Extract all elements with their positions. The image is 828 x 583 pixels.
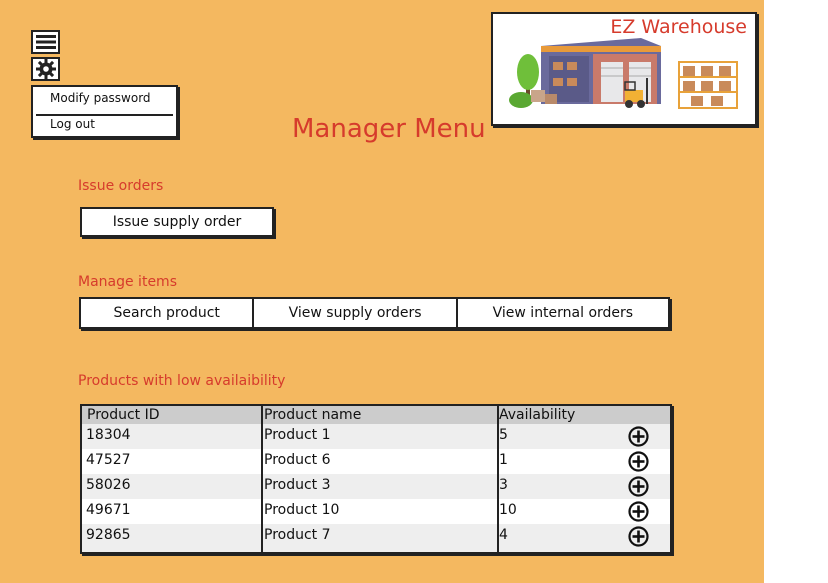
availability-cell: 4 bbox=[499, 527, 508, 543]
product-name-cell: Product 3 bbox=[264, 477, 331, 493]
product-name-cell: Product 6 bbox=[264, 452, 331, 468]
menu-divider bbox=[36, 114, 173, 116]
product-id-cell: 58026 bbox=[86, 477, 131, 493]
search-product-button[interactable]: Search product bbox=[81, 299, 252, 327]
product-id-cell: 92865 bbox=[86, 527, 131, 543]
table-row: 49671 Product 10 10 bbox=[82, 499, 670, 524]
table-row: 58026 Product 3 3 bbox=[82, 474, 670, 499]
column-divider bbox=[497, 406, 499, 552]
table-row: 47527 Product 6 1 bbox=[82, 449, 670, 474]
column-header-product-id: Product ID bbox=[87, 407, 160, 423]
modify-password-menu-item[interactable]: Modify password bbox=[50, 91, 151, 105]
table-header: Product ID Product name Availability bbox=[82, 406, 670, 424]
product-id-cell: 18304 bbox=[86, 427, 131, 443]
low-availability-label: Products with low availaibility bbox=[78, 373, 286, 389]
table-row: 92865 Product 7 4 bbox=[82, 524, 670, 549]
manager-menu-screen: EZ Warehouse Modify password Log out Man… bbox=[0, 0, 764, 583]
column-divider bbox=[261, 406, 263, 552]
user-menu-dropdown: Modify password Log out bbox=[31, 85, 178, 138]
hamburger-menu-icon bbox=[35, 35, 56, 49]
product-name-cell: Product 7 bbox=[264, 527, 331, 543]
view-supply-orders-button[interactable]: View supply orders bbox=[252, 299, 455, 327]
view-internal-orders-button[interactable]: View internal orders bbox=[455, 299, 668, 327]
product-id-cell: 49671 bbox=[86, 502, 131, 518]
product-name-cell: Product 1 bbox=[264, 427, 331, 443]
column-header-availability: Availability bbox=[499, 407, 576, 423]
warehouse-illustration bbox=[509, 38, 738, 109]
logo: EZ Warehouse bbox=[491, 12, 757, 126]
manage-items-label: Manage items bbox=[78, 274, 177, 290]
log-out-menu-item[interactable]: Log out bbox=[50, 117, 95, 131]
availability-cell: 3 bbox=[499, 477, 508, 493]
issue-supply-order-button[interactable]: Issue supply order bbox=[80, 207, 274, 237]
plus-circle-icon[interactable] bbox=[628, 451, 649, 472]
product-name-cell: Product 10 bbox=[264, 502, 340, 518]
plus-circle-icon[interactable] bbox=[628, 426, 649, 447]
settings-button[interactable] bbox=[31, 57, 60, 81]
availability-cell: 1 bbox=[499, 452, 508, 468]
plus-circle-icon[interactable] bbox=[628, 526, 649, 547]
issue-orders-label: Issue orders bbox=[78, 178, 164, 194]
gear-icon bbox=[35, 59, 56, 79]
plus-circle-icon[interactable] bbox=[628, 476, 649, 497]
column-header-product-name: Product name bbox=[264, 407, 362, 423]
hamburger-menu-button[interactable] bbox=[31, 30, 60, 54]
page-title: Manager Menu bbox=[292, 114, 486, 144]
manage-items-button-group: Search product View supply orders View i… bbox=[79, 297, 670, 329]
low-availability-table: Product ID Product name Availability 183… bbox=[80, 404, 672, 554]
availability-cell: 5 bbox=[499, 427, 508, 443]
table-row: 18304 Product 1 5 bbox=[82, 424, 670, 449]
product-id-cell: 47527 bbox=[86, 452, 131, 468]
plus-circle-icon[interactable] bbox=[628, 501, 649, 522]
availability-cell: 10 bbox=[499, 502, 517, 518]
